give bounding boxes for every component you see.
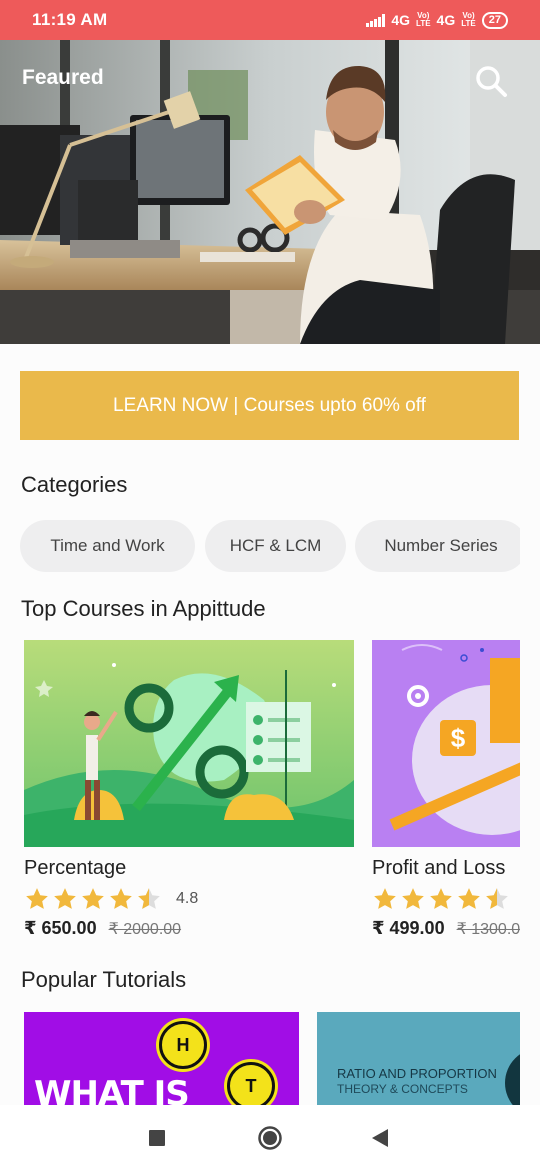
status-time: 11:19 AM	[32, 10, 108, 29]
volte-label-2: Vo) LTE	[461, 11, 476, 28]
course-name: Profit and Loss	[372, 857, 506, 879]
coin-tails-icon: T	[227, 1062, 275, 1105]
course-rating: 4.8	[24, 886, 354, 912]
tutorial-card-what-is[interactable]: H T WHAT IS	[24, 1012, 299, 1105]
category-chip-hcf-lcm[interactable]: HCF & LCM	[205, 520, 346, 572]
course-old-price: ₹ 1300.0	[456, 921, 520, 938]
half-star-icon	[486, 888, 508, 909]
tutorial-card-ratio-and-proportion[interactable]: RATIO AND PROPORTION THEORY & CONCEPTS	[317, 1012, 520, 1105]
status-bar: 11:19 AM 4G Vo) LTE 4G Vo) LTE 27	[0, 0, 540, 40]
back-icon[interactable]	[363, 1121, 397, 1155]
system-navigation-bar	[0, 1105, 540, 1170]
star-icon	[26, 888, 48, 909]
top-courses-list: Percentage 4.8 ₹ 650.00 ₹ 2000.00 $ Prof…	[24, 640, 520, 940]
volte-label-1: Vo) LTE	[416, 11, 431, 28]
star-icon	[110, 888, 132, 909]
category-chip-time-and-work[interactable]: Time and Work	[20, 520, 195, 572]
home-icon[interactable]	[253, 1121, 287, 1155]
course-prices: ₹ 650.00 ₹ 2000.00	[24, 918, 354, 939]
star-icon	[458, 888, 480, 909]
course-old-price: ₹ 2000.00	[108, 921, 182, 938]
course-card-percentage[interactable]: Percentage 4.8 ₹ 650.00 ₹ 2000.00	[24, 640, 354, 939]
tutorial-headline: WHAT IS	[34, 1074, 190, 1105]
tutorial-subtitle: THEORY & CONCEPTS	[337, 1082, 468, 1096]
course-card-profit-and-loss[interactable]: $ $ Profit and Loss 4 ₹ 499.00 ₹ 1300.0	[372, 640, 520, 939]
learn-now-banner[interactable]: LEARN NOW | Courses upto 60% off	[20, 371, 519, 440]
tutorial-decoration	[505, 1048, 520, 1105]
star-icon	[374, 888, 396, 909]
course-name: Percentage	[24, 857, 127, 879]
recents-icon[interactable]	[140, 1121, 174, 1155]
categories-title: Categories	[21, 472, 128, 497]
featured-hero[interactable]: Feaured	[0, 40, 540, 344]
half-star-icon	[138, 888, 160, 909]
svg-text:$: $	[451, 723, 466, 753]
course-price: ₹ 499.00	[372, 918, 445, 938]
status-icons: 4G Vo) LTE 4G Vo) LTE 27	[366, 11, 508, 29]
course-thumbnail	[24, 640, 354, 847]
battery-indicator: 27	[481, 11, 508, 29]
rating-value: 4.8	[176, 890, 199, 907]
featured-title: Feaured	[22, 66, 104, 89]
course-prices: ₹ 499.00 ₹ 1300.0	[372, 918, 520, 939]
course-thumbnail: $ $	[372, 640, 520, 847]
battery-level: 27	[488, 13, 501, 26]
popular-tutorials-list: H T WHAT IS RATIO AND PROPORTION THEORY …	[24, 1012, 520, 1105]
network-type-2: 4G	[436, 12, 456, 28]
star-icon	[82, 888, 104, 909]
star-icon	[54, 888, 76, 909]
tutorial-title: RATIO AND PROPORTION	[337, 1066, 497, 1081]
coin-heads-label: H	[176, 1034, 190, 1055]
top-courses-title: Top Courses in Appittude	[21, 596, 266, 621]
star-icon	[402, 888, 424, 909]
star-icon	[430, 888, 452, 909]
coin-heads-icon: H	[159, 1021, 207, 1069]
network-type-1: 4G	[391, 12, 411, 28]
search-icon[interactable]	[474, 64, 508, 98]
coin-tails-label: T	[245, 1075, 257, 1096]
categories-list: Time and Work HCF & LCM Number Series	[20, 520, 520, 572]
course-rating: 4	[372, 886, 520, 912]
category-chip-number-series[interactable]: Number Series	[355, 520, 520, 572]
popular-tutorials-title: Popular Tutorials	[21, 967, 187, 992]
course-price: ₹ 650.00	[24, 918, 97, 938]
signal-icon	[366, 13, 386, 27]
